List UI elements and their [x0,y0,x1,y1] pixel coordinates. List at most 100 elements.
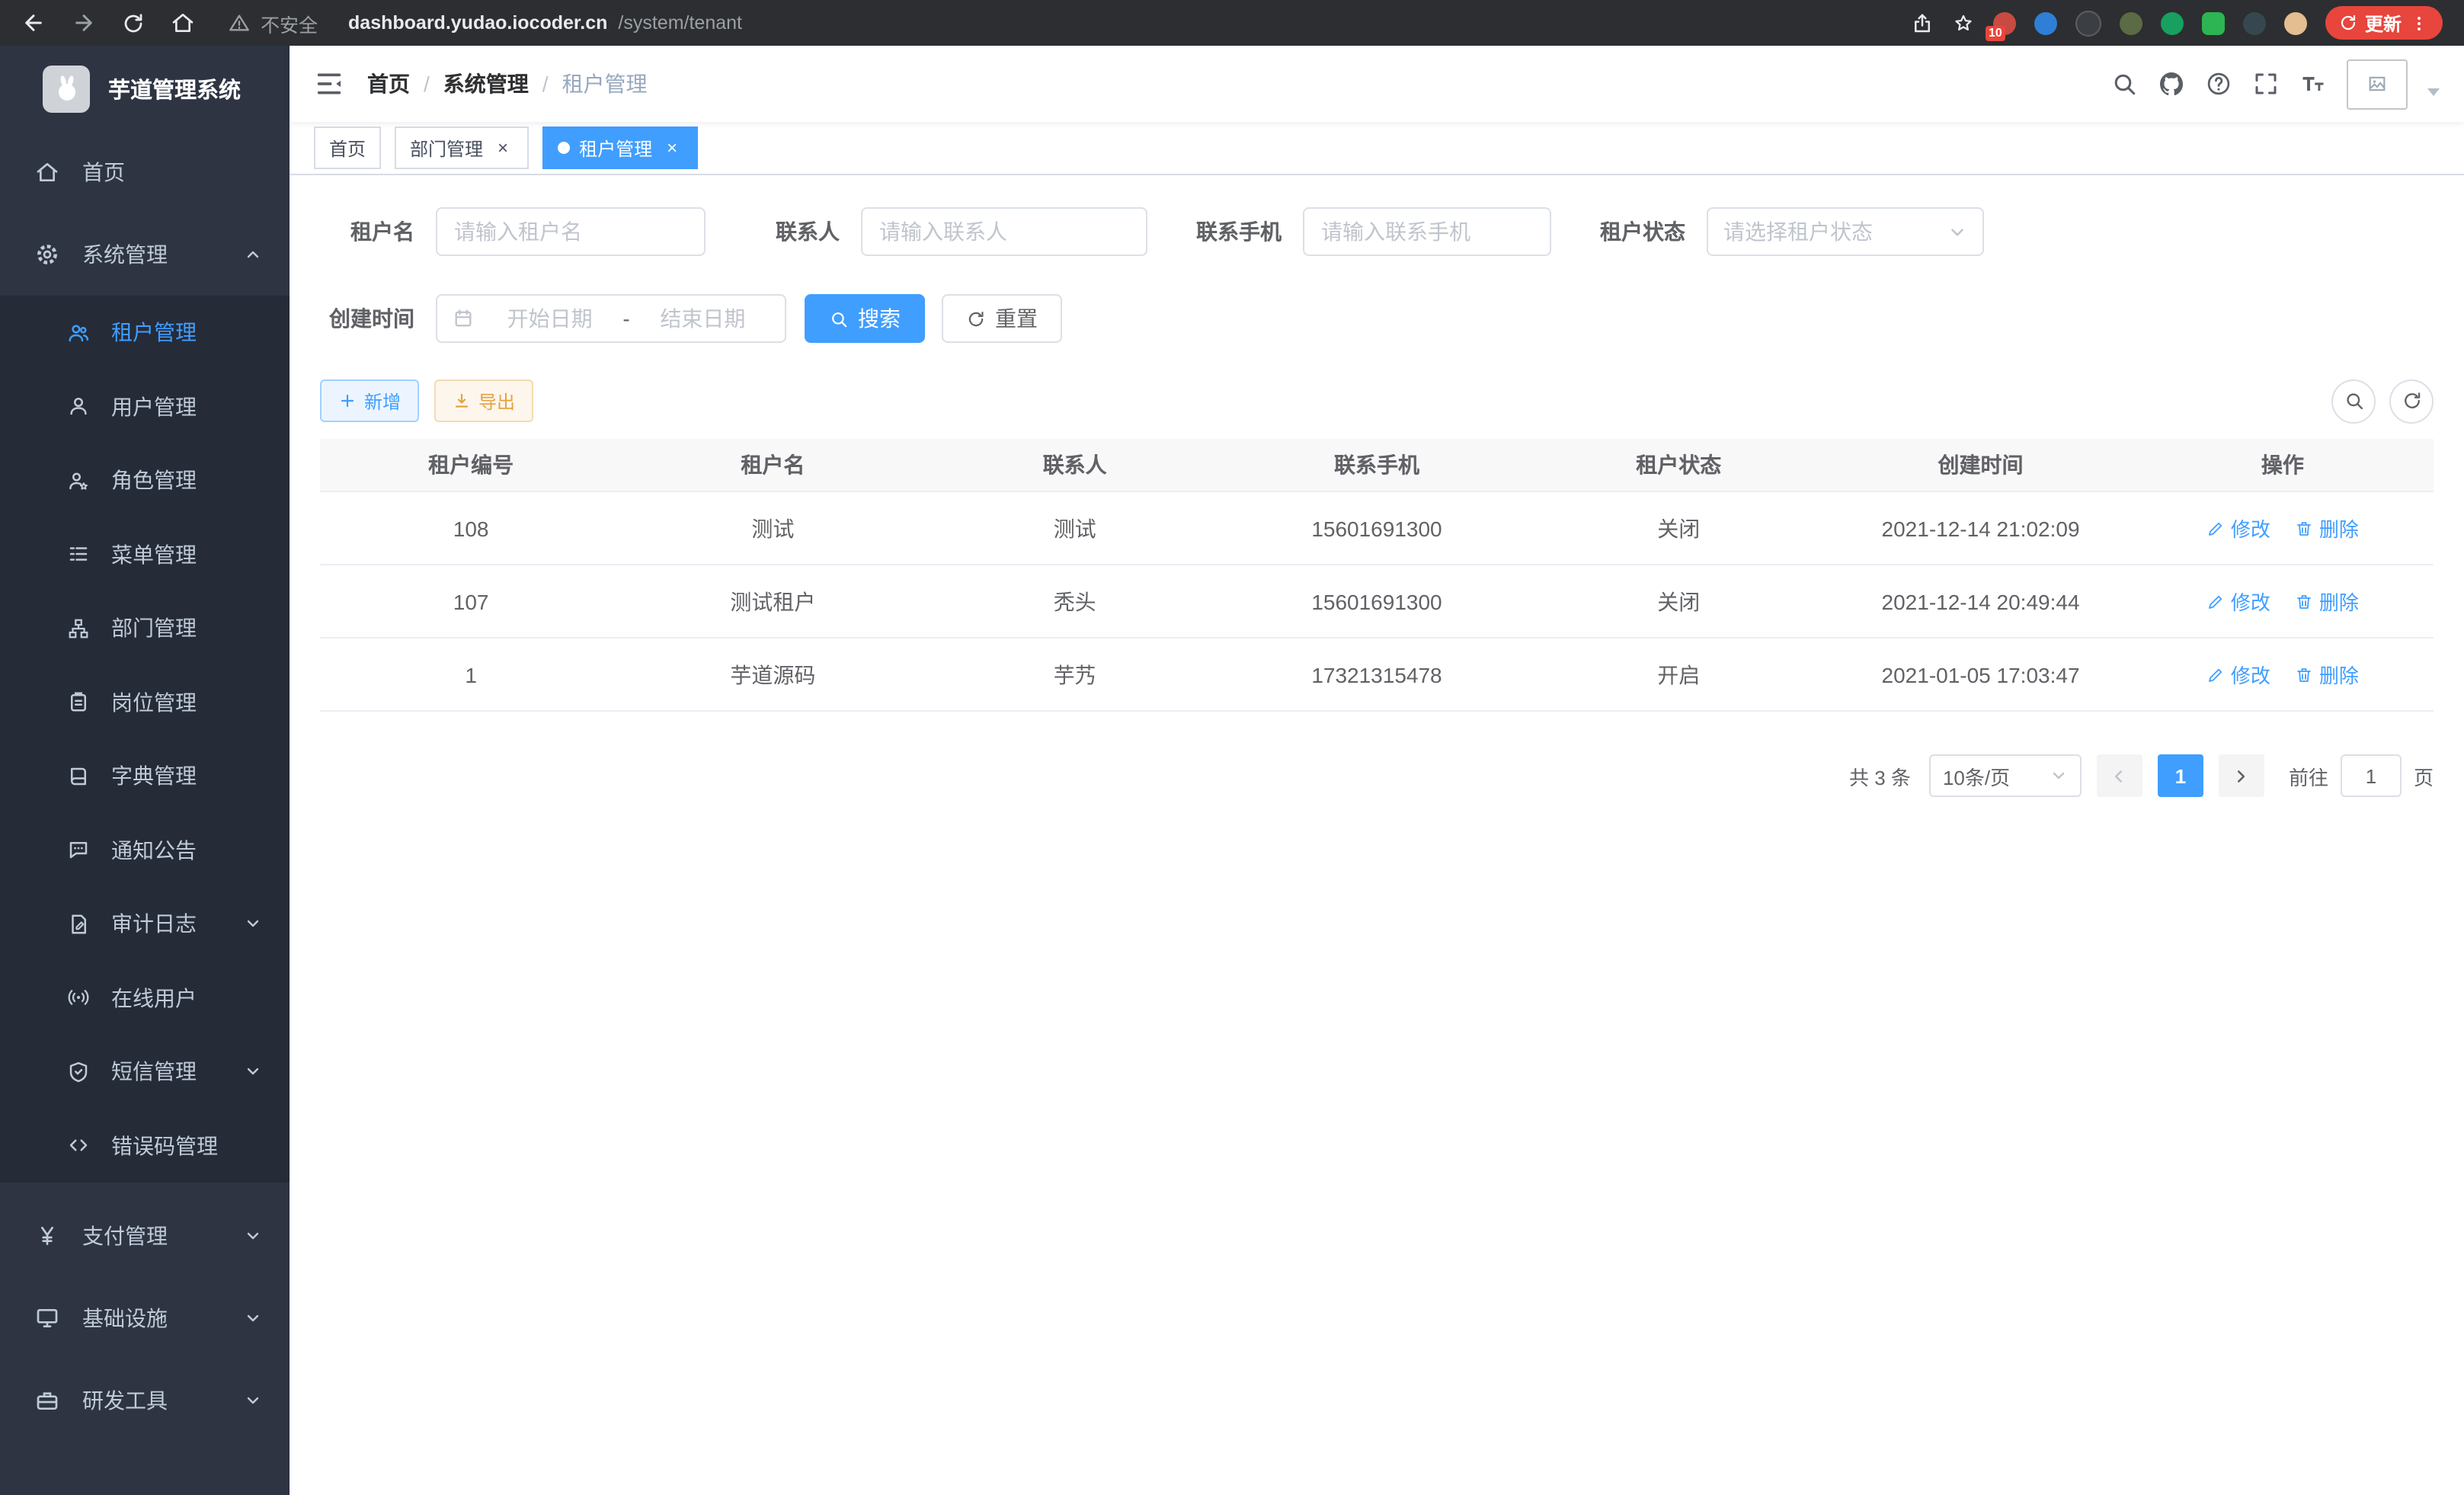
tag-home[interactable]: 首页 [314,126,381,169]
export-button[interactable]: 导出 [434,379,533,422]
edit-button[interactable]: 修改 [2206,587,2270,616]
logo-rabbit-icon [43,65,90,112]
refresh-table-button[interactable] [2389,379,2434,423]
edit-button[interactable]: 修改 [2206,514,2270,543]
sidebar-item-system-management[interactable]: 系统管理 [0,213,290,296]
sidebar-item-menu-management[interactable]: 菜单管理 [0,517,290,591]
sidebar-item-role-management[interactable]: 角色管理 [0,443,290,517]
tag-dept-management[interactable]: 部门管理 × [395,126,529,169]
sidebar-item-home[interactable]: 首页 [0,131,290,213]
puzzle-extension-icon[interactable] [2243,11,2266,34]
chevron-down-icon [2050,767,2068,785]
chevron-down-icon [244,1063,262,1081]
date-start-input[interactable]: 开始日期 [483,303,616,334]
delete-button[interactable]: 删除 [2295,587,2359,616]
sidebar-item-user-management[interactable]: 用户管理 [0,370,290,443]
sidebar-item-dev-tools[interactable]: 研发工具 [0,1359,290,1442]
reset-button[interactable]: 重置 [942,294,1062,343]
sidebar-item-error-code-management[interactable]: 错误码管理 [0,1109,290,1183]
goto-page-input[interactable] [2341,754,2402,797]
add-button[interactable]: 新增 [320,379,419,422]
contact-input[interactable] [861,207,1147,256]
app-logo[interactable]: 芋道管理系统 [0,46,290,131]
sidebar-item-label: 租户管理 [111,318,197,348]
extension-icon-4[interactable] [2120,11,2142,34]
delete-button[interactable]: 删除 [2295,514,2359,543]
date-end-input[interactable]: 结束日期 [636,303,770,334]
forward-icon[interactable] [72,11,96,35]
mobile-input[interactable] [1303,207,1551,256]
browser-update-button[interactable]: 更新 [2325,6,2443,40]
sidebar-item-post-management[interactable]: 岗位管理 [0,665,290,739]
search-button[interactable]: 搜索 [805,294,925,343]
sidebar-item-label: 字典管理 [111,761,197,792]
col-tenant-id: 租户编号 [320,439,622,491]
sidebar-item-tenant-management[interactable]: 租户管理 [0,296,290,370]
extension-icon-5[interactable] [2161,11,2184,34]
sidebar-item-audit-log[interactable]: 审计日志 [0,887,290,961]
badge-icon [67,691,90,714]
user-icon [67,395,90,418]
page-size-select[interactable]: 10条/页 [1929,754,2082,797]
filter-tenant-name: 租户名 [320,207,706,256]
main-area: 首页 / 系统管理 / 租户管理 首页 部门管理 × [290,46,2464,1495]
chevron-down-icon [244,1309,262,1327]
sidebar-item-label: 用户管理 [111,392,197,422]
toggle-search-button[interactable] [2331,379,2376,423]
home-icon[interactable] [171,11,195,35]
profile-avatar[interactable] [2284,11,2307,34]
date-range-picker[interactable]: 开始日期 - 结束日期 [436,294,786,343]
sidebar-toggle[interactable] [314,69,344,99]
tenant-name-input[interactable] [436,207,706,256]
extension-icon-3[interactable] [2075,10,2101,36]
sidebar-item-dept-management[interactable]: 部门管理 [0,591,290,665]
share-icon[interactable] [1911,11,1934,34]
reload-icon[interactable] [122,11,145,34]
sidebar-item-label: 首页 [82,157,125,187]
sidebar-item-label: 角色管理 [111,466,197,496]
breadcrumb-home[interactable]: 首页 [367,69,410,99]
search-icon[interactable] [2110,70,2138,98]
edit-button[interactable]: 修改 [2206,660,2270,689]
fullscreen-icon[interactable] [2252,70,2280,98]
pagination-total: 共 3 条 [1849,761,1911,790]
address-bar[interactable]: 不安全 dashboard.yudao.iocoder.cn/system/te… [229,8,742,37]
close-icon[interactable]: × [661,137,683,158]
breadcrumb-separator: / [424,72,430,96]
sidebar-item-dict-management[interactable]: 字典管理 [0,739,290,813]
sidebar-item-label: 系统管理 [82,239,168,270]
user-avatar[interactable] [2347,59,2408,109]
status-select[interactable]: 请选择租户状态 [1707,207,1984,256]
current-page-button[interactable]: 1 [2158,754,2203,797]
delete-button[interactable]: 删除 [2295,660,2359,689]
security-warning-icon [229,12,250,34]
navbar-actions [2110,59,2440,109]
signal-icon [67,987,90,1010]
sidebar-item-online-users[interactable]: 在线用户 [0,961,290,1035]
sidebar-item-payment-management[interactable]: 支付管理 [0,1195,290,1277]
close-icon[interactable]: × [492,137,514,158]
cell-mobile: 15601691300 [1226,565,1528,638]
tags-view: 首页 部门管理 × 租户管理 × [290,122,2464,175]
prev-page-button[interactable] [2097,754,2142,797]
help-icon[interactable] [2205,70,2232,98]
sidebar-item-sms-management[interactable]: 短信管理 [0,1035,290,1109]
extension-icon-2[interactable] [2034,11,2057,34]
cell-status: 关闭 [1528,565,1829,638]
chevron-up-icon [244,245,262,264]
next-page-button[interactable] [2219,754,2264,797]
font-size-icon[interactable] [2299,70,2327,98]
tenant-name-label: 租户名 [320,216,414,247]
tag-tenant-management[interactable]: 租户管理 × [542,126,698,169]
col-contact: 联系人 [924,439,1226,491]
tag-label: 部门管理 [410,135,483,161]
browser-actions: 10 更新 [1911,6,2449,40]
avatar-caret-down-icon[interactable] [2427,88,2440,95]
extension-icon-1[interactable]: 10 [1993,11,2016,34]
bookmark-star-icon[interactable] [1952,11,1975,34]
sidebar-item-notice[interactable]: 通知公告 [0,813,290,887]
sidebar-item-infrastructure[interactable]: 基础设施 [0,1277,290,1359]
github-icon[interactable] [2158,70,2185,98]
back-icon[interactable] [21,11,46,35]
extension-icon-6[interactable] [2202,11,2225,34]
